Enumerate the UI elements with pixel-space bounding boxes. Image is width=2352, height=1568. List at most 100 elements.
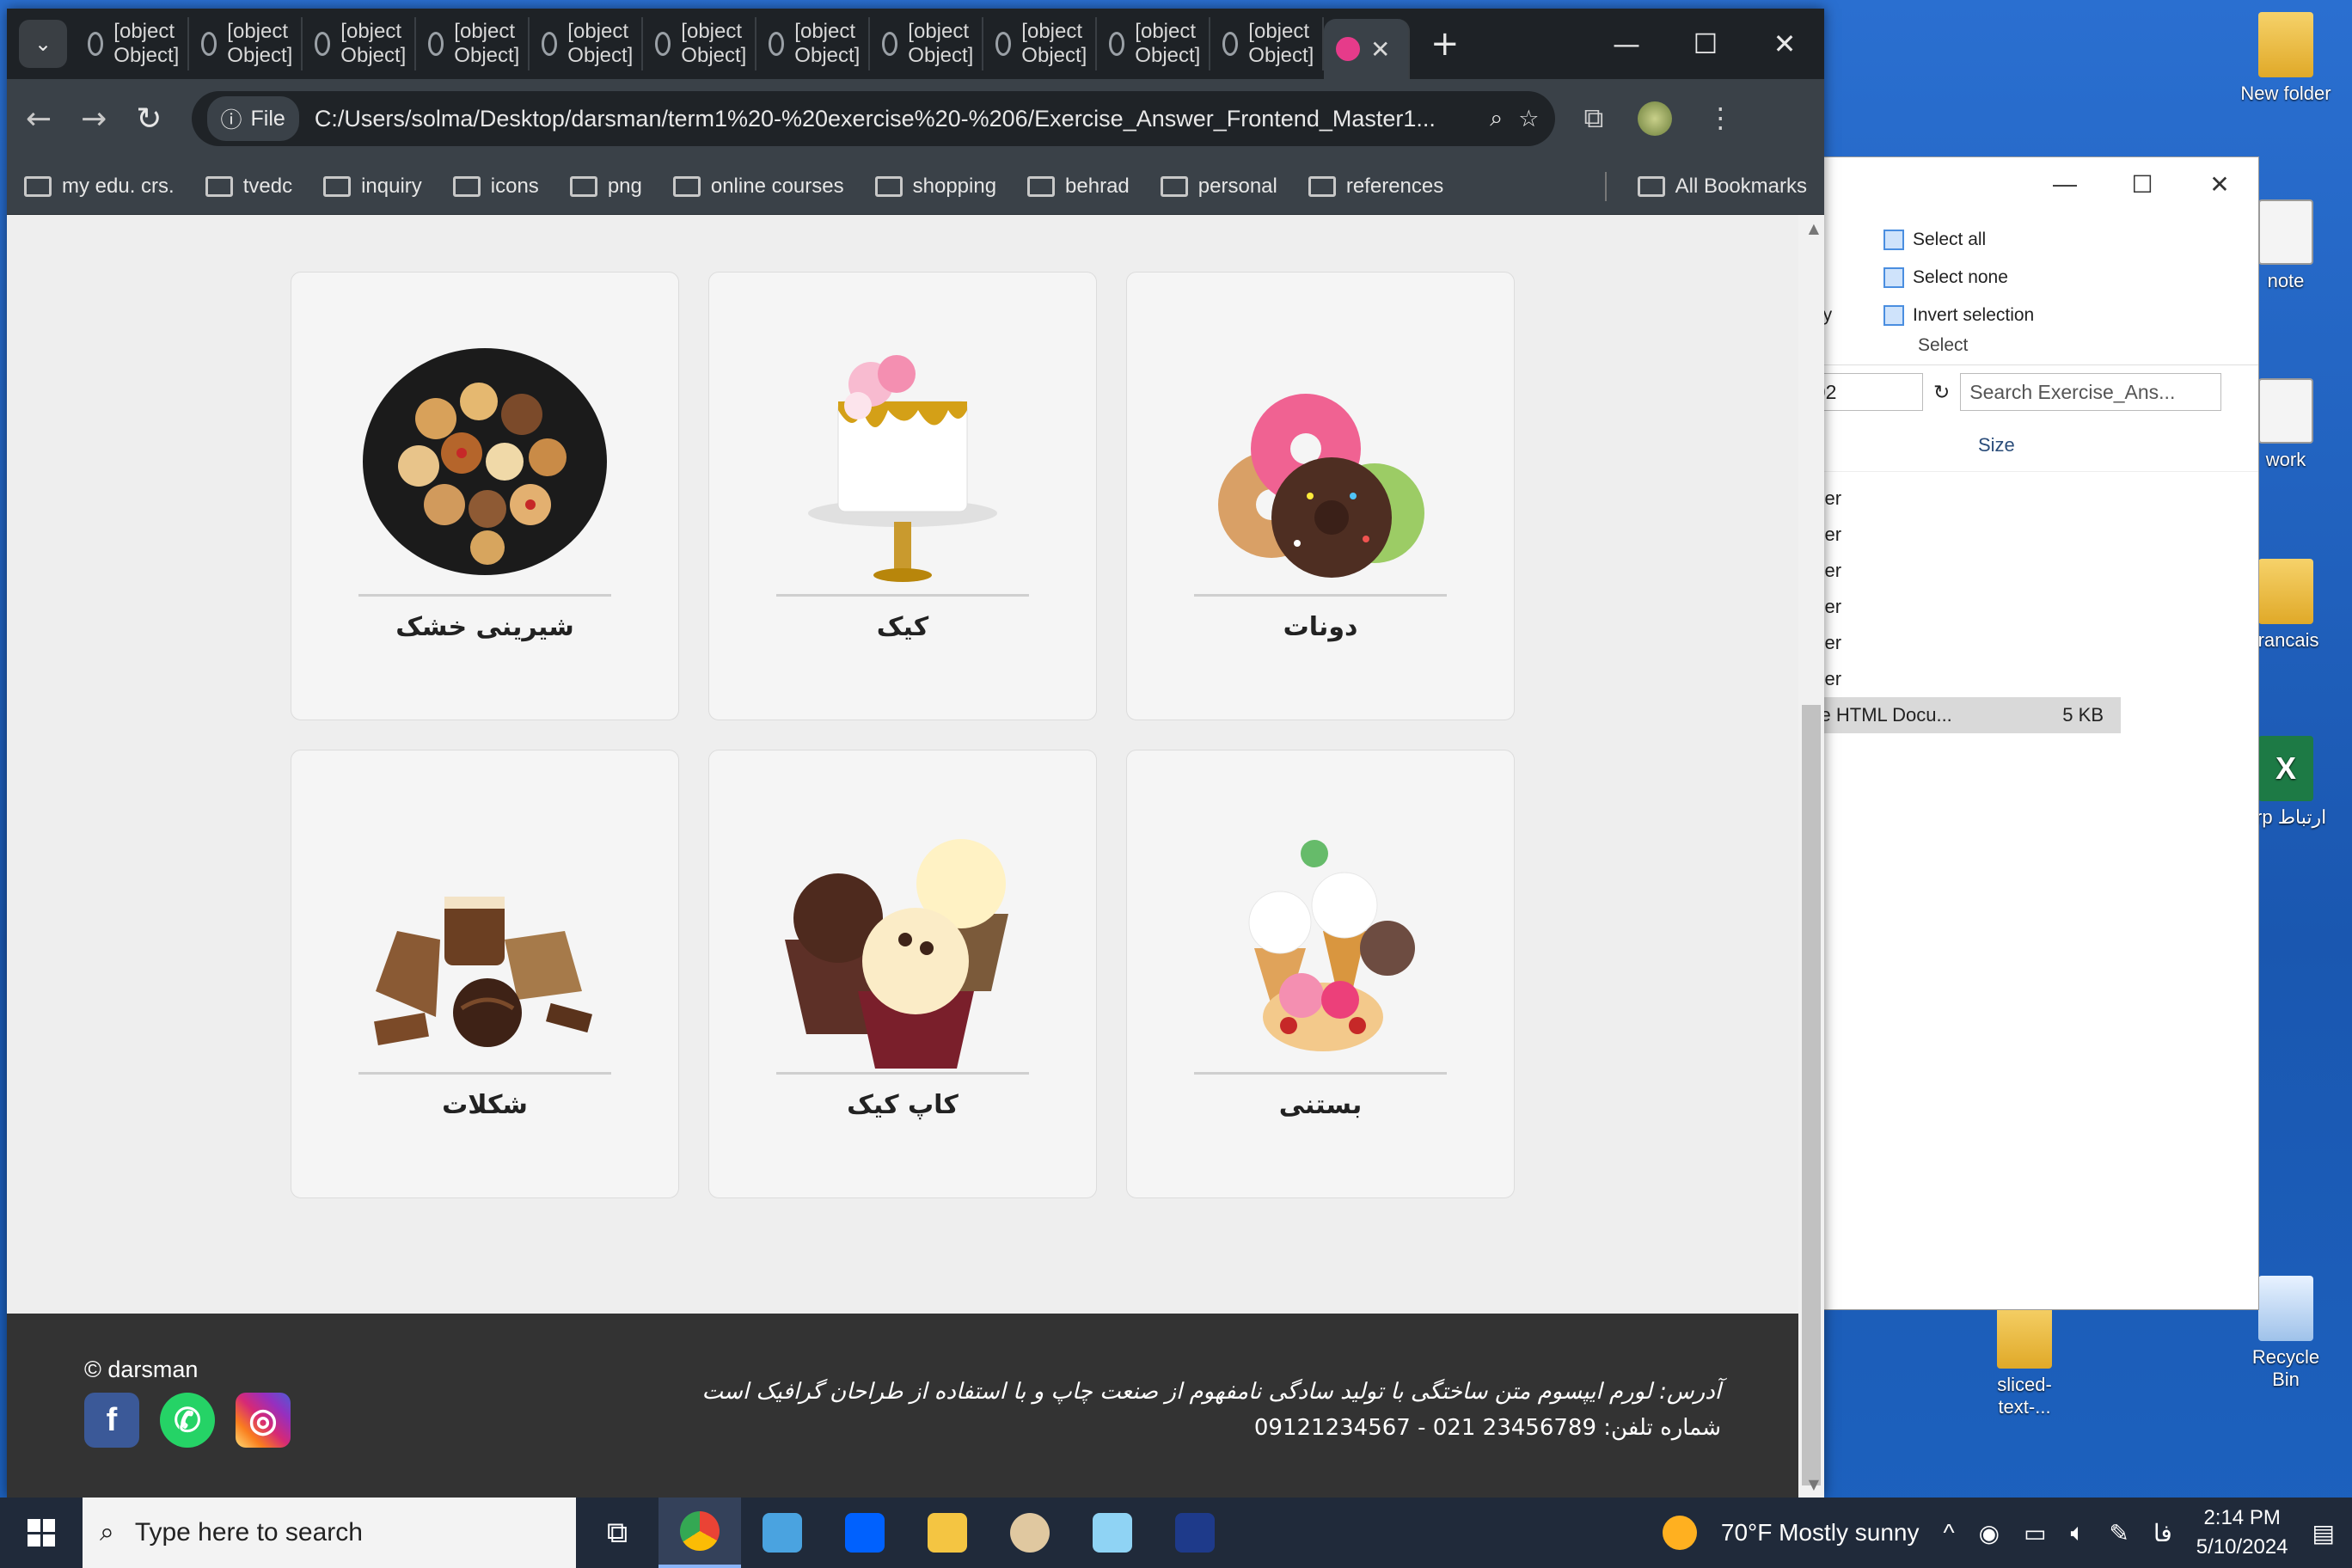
select-none-button[interactable]: Select none xyxy=(1883,259,2034,297)
tab[interactable]: [object Object] xyxy=(983,17,1097,70)
bookmark-folder[interactable]: online courses xyxy=(672,175,844,199)
instagram-icon[interactable]: ◎ xyxy=(236,1393,291,1448)
product-card-ice-cream[interactable]: بستنی xyxy=(1126,750,1515,1198)
notes-app[interactable] xyxy=(1071,1498,1154,1568)
task-view-icon[interactable]: ⧉ xyxy=(576,1498,658,1568)
chrome-icon xyxy=(680,1511,720,1551)
taskbar-search[interactable]: ⌕ Type here to search xyxy=(83,1498,576,1568)
weather-text[interactable]: 70°F Mostly sunny xyxy=(1721,1519,1920,1547)
notifications-icon[interactable]: ▤ xyxy=(2312,1519,2335,1547)
extensions-icon[interactable]: ⧉ xyxy=(1584,101,1604,136)
tab[interactable]: [object Object] xyxy=(1210,17,1324,70)
list-item-selected[interactable]: ome HTML Docu... 5 KB xyxy=(1789,697,2121,733)
forward-icon[interactable]: → xyxy=(81,101,107,137)
bookmark-folder[interactable]: shopping xyxy=(874,175,996,199)
product-card-cupcake[interactable]: کاپ کیک xyxy=(708,750,1097,1198)
folder-icon xyxy=(323,175,352,197)
donut-illustration xyxy=(1218,394,1424,578)
bookmark-folder[interactable]: behrad xyxy=(1027,175,1130,199)
tab[interactable]: [object Object] xyxy=(189,17,303,70)
desktop-icon-sliced-text[interactable]: sliced-text-... xyxy=(1977,1303,2072,1418)
bookmark-folder[interactable]: personal xyxy=(1160,175,1277,199)
tab[interactable]: [object Object] xyxy=(870,17,983,70)
list-item[interactable]: folder xyxy=(1789,553,2258,589)
url-text[interactable]: C:/Users/solma/Desktop/darsman/term1%20-… xyxy=(315,106,1474,132)
chrome-app[interactable] xyxy=(658,1498,741,1568)
tab-search-button[interactable]: ⌄ xyxy=(19,20,67,68)
network-icon[interactable]: ▭ xyxy=(2024,1519,2046,1547)
phone-text: شماره تلفن: 23456789 021 - 09121234567 xyxy=(1253,1415,1721,1441)
list-item[interactable]: folder xyxy=(1789,661,2258,697)
explorer-minimize-button[interactable]: — xyxy=(2026,157,2104,211)
tab[interactable]: [object Object] xyxy=(303,17,416,70)
zoom-icon[interactable]: ⌕ xyxy=(1490,105,1503,132)
pen-icon[interactable]: ✎ xyxy=(2109,1519,2128,1547)
folder-icon xyxy=(1027,175,1056,197)
all-bookmarks-button[interactable]: All Bookmarks xyxy=(1637,175,1807,199)
camera-icon[interactable]: ◉ xyxy=(1979,1519,2000,1547)
invert-selection-button[interactable]: Invert selection xyxy=(1883,297,2034,334)
language-indicator[interactable]: فا xyxy=(2153,1519,2172,1547)
chevron-up-icon[interactable]: ^ xyxy=(1944,1519,1955,1547)
reload-icon[interactable]: ↻ xyxy=(136,101,162,137)
explorer-search-input[interactable]: Search Exercise_Ans... xyxy=(1960,373,2222,411)
refresh-icon[interactable]: ↻ xyxy=(1933,381,1950,404)
scroll-down-icon[interactable]: ▼ xyxy=(1809,1476,1819,1492)
desktop-icon-new-folder[interactable]: New folder xyxy=(2239,12,2333,105)
close-icon[interactable]: ✕ xyxy=(1745,9,1824,79)
clock[interactable]: 2:14 PM 5/10/2024 xyxy=(2196,1504,2288,1562)
product-card-cake[interactable]: کیک xyxy=(708,272,1097,720)
file-explorer-app[interactable] xyxy=(906,1498,989,1568)
dropbox-app[interactable] xyxy=(824,1498,906,1568)
dropbox-icon xyxy=(845,1513,885,1553)
start-button[interactable] xyxy=(0,1519,83,1547)
bookmark-star-icon[interactable]: ☆ xyxy=(1518,106,1539,132)
tab[interactable]: [object Object] xyxy=(643,17,756,70)
scroll-up-icon[interactable]: ▲ xyxy=(1809,220,1819,236)
column-size[interactable]: Size xyxy=(1978,434,2015,456)
tab[interactable]: [object Object] xyxy=(76,17,189,70)
menu-icon[interactable]: ⋮ xyxy=(1706,101,1734,136)
maximize-icon[interactable]: ☐ xyxy=(1666,9,1745,79)
tab[interactable]: [object Object] xyxy=(1097,17,1210,70)
new-tab-button[interactable]: + xyxy=(1430,24,1460,64)
list-item[interactable]: folder xyxy=(1789,625,2258,661)
remote-desktop-app[interactable] xyxy=(741,1498,824,1568)
minimize-icon[interactable]: — xyxy=(1587,9,1666,79)
bookmark-folder[interactable]: png xyxy=(569,175,642,199)
tab-close-icon[interactable]: ✕ xyxy=(1370,35,1390,64)
scroll-thumb[interactable] xyxy=(1802,705,1821,1485)
tab[interactable]: [object Object] xyxy=(530,17,643,70)
facebook-icon[interactable]: f xyxy=(84,1393,139,1448)
profile-avatar[interactable] xyxy=(1638,101,1673,136)
paint-app[interactable] xyxy=(989,1498,1071,1568)
product-card-chocolate[interactable]: شکلات xyxy=(291,750,679,1198)
tab[interactable]: [object Object] xyxy=(756,17,870,70)
whatsapp-icon[interactable]: ✆ xyxy=(160,1393,215,1448)
js-icon xyxy=(201,32,217,56)
select-all-button[interactable]: Select all xyxy=(1883,221,2034,259)
back-icon[interactable]: ← xyxy=(26,101,52,137)
explorer-maximize-button[interactable]: ☐ xyxy=(2104,157,2181,211)
system-tray: 70°F Mostly sunny ^ ◉ ▭ 🔈︎ ✎ فا 2:14 PM … xyxy=(1662,1504,2352,1562)
list-item[interactable]: folder xyxy=(1789,589,2258,625)
weather-icon[interactable] xyxy=(1662,1516,1697,1550)
bookmark-folder[interactable]: inquiry xyxy=(323,175,422,199)
volume-icon[interactable]: 🔈︎ xyxy=(2071,1519,2086,1547)
product-card-cookies[interactable]: شیرینی خشک xyxy=(291,272,679,720)
list-item[interactable]: folder xyxy=(1789,481,2258,517)
bookmark-folder[interactable]: references xyxy=(1308,175,1443,199)
tab[interactable]: [object Object] xyxy=(416,17,530,70)
tab-active[interactable]: ✕ xyxy=(1324,19,1410,79)
bookmark-folder[interactable]: tvedc xyxy=(205,175,292,199)
list-item[interactable]: folder xyxy=(1789,517,2258,553)
monitor-icon xyxy=(763,1513,802,1553)
pdf-app[interactable] xyxy=(1154,1498,1236,1568)
page-scrollbar[interactable]: ▲ ▼ xyxy=(1798,215,1824,1498)
bookmark-folder[interactable]: icons xyxy=(452,175,539,199)
bookmark-folder[interactable]: my edu. crs. xyxy=(24,175,175,199)
product-card-donut[interactable]: دونات xyxy=(1126,272,1515,720)
address-bar[interactable]: ⓘ File C:/Users/solma/Desktop/darsman/ter… xyxy=(191,91,1555,146)
explorer-close-button[interactable]: ✕ xyxy=(2181,157,2258,211)
site-info-chip[interactable]: ⓘ File xyxy=(206,96,299,141)
